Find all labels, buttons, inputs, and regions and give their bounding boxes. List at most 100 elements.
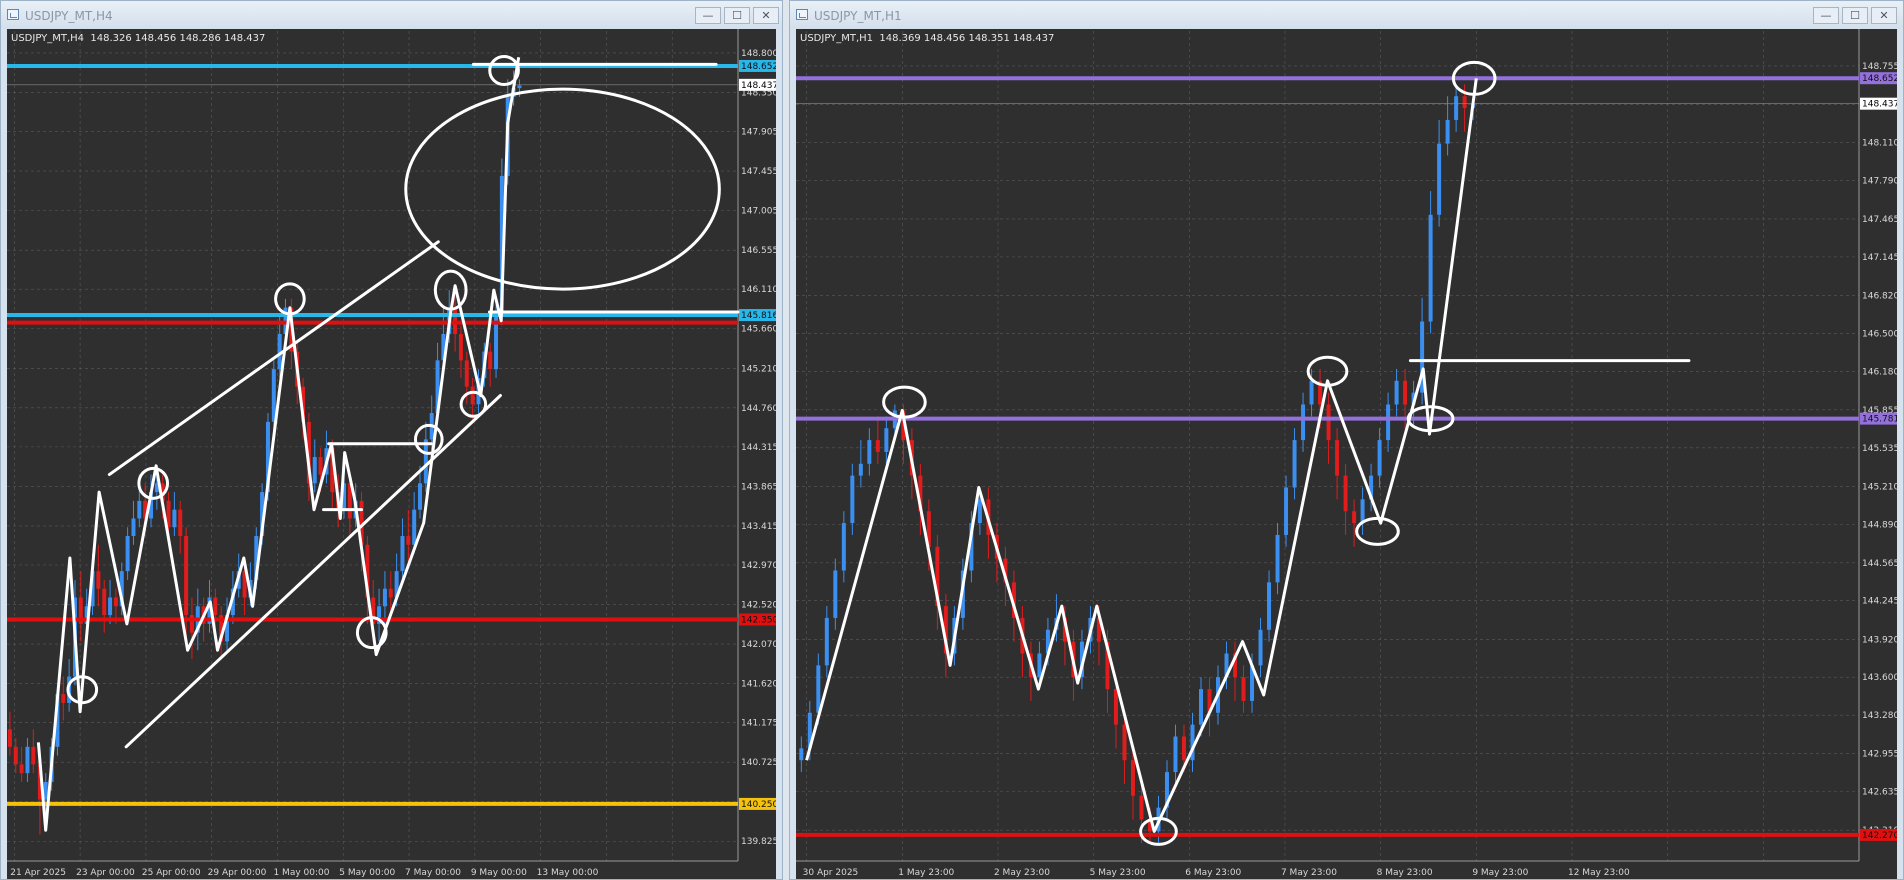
candle-body [1173,736,1178,773]
candle-body [464,360,469,387]
level-price-label: 145.816 [741,311,776,321]
candle-body [178,509,183,537]
candle-body [1403,380,1408,405]
candle-body [19,764,24,774]
candle-body [850,475,855,524]
bid-price-label: 148.437 [741,81,776,91]
candle-body [25,746,30,774]
price-tick-label: 148.800 [741,49,776,59]
close-button[interactable]: ✕ [753,7,779,24]
chart-window-icon [796,9,808,20]
price-tick-label: 144.890 [1862,520,1897,530]
candle-body [875,440,880,452]
candle-body [137,500,142,519]
price-tick-label: 146.820 [1862,291,1897,301]
candle-body [388,588,393,598]
candle-body [1284,487,1289,535]
candle-body [400,536,405,572]
time-tick-label: 1 May 23:00 [898,868,954,878]
candle-body [96,571,101,589]
candle-body [382,588,387,607]
price-tick-label: 143.865 [741,482,776,492]
maximize-button[interactable]: ☐ [724,7,750,24]
price-tick-label: 148.110 [1862,138,1897,148]
candle-body [1352,511,1357,524]
candle-body [1241,677,1246,701]
level-price-label: 148.652 [1862,74,1897,84]
price-tick-label: 146.180 [1862,367,1897,377]
candle-body [1377,440,1382,476]
candle-body [184,536,189,616]
chart-canvas[interactable]: 148.800148.350147.905147.455147.005146.5… [7,29,776,879]
candle-body [841,523,846,571]
close-button[interactable]: ✕ [1871,7,1897,24]
level-price-label: 142.270 [1862,831,1897,841]
price-tick-label: 145.210 [1862,482,1897,492]
candle-body [113,597,118,607]
candle-body [1139,795,1144,820]
candle-body [1309,380,1314,405]
bid-price-label: 148.437 [1862,100,1897,110]
time-tick-label: 5 May 23:00 [1090,868,1146,878]
chart-window-h1[interactable]: USDJPY_MT,H1 — ☐ ✕ 148.755148.430148.110… [789,0,1904,880]
candle-body [125,536,130,572]
candle-body [172,509,177,528]
window-titlebar[interactable]: USDJPY_MT,H1 — ☐ ✕ [790,1,1903,29]
maximize-button[interactable]: ☐ [1842,7,1868,24]
chart-window-h4[interactable]: USDJPY_MT,H4 — ☐ ✕ 148.800 148.350 147.905… [0,0,783,880]
price-tick-label: 146.555 [741,246,776,256]
chart-background [7,29,776,879]
price-tick-label: 142.970 [741,561,776,571]
candle-body [833,570,838,618]
chart-header: USDJPY_MT,H4 148.326 148.456 148.286 148… [11,33,266,44]
price-tick-label: 143.600 [1862,673,1897,683]
price-chart-h1[interactable]: 148.755148.430148.110147.790147.465147.1… [796,29,1897,879]
candle-body [824,617,829,666]
candle-body [858,463,863,476]
candle-body [31,746,36,765]
time-tick-label: 30 Apr 2025 [803,868,859,878]
price-chart-h4[interactable]: 148.800 148.350 147.905 147.455 147.005 146.5… [7,29,776,879]
time-tick-label: 9 May 23:00 [1472,868,1528,878]
price-tick-label: 142.520 [741,601,776,611]
price-tick-label: 143.920 [1862,635,1897,645]
candle-body [1199,689,1204,725]
candle-body [61,694,66,703]
price-tick-label: 147.790 [1862,176,1897,186]
price-tick-label: 147.465 [1862,215,1897,225]
chart-canvas[interactable]: 148.755148.430148.110147.790147.465147.1… [796,29,1897,879]
candle-body [423,439,428,484]
time-tick-label: 13 May 00:00 [537,868,599,878]
minimize-button[interactable]: — [695,7,721,24]
price-tick-label: 142.070 [741,640,776,650]
price-tick-label: 141.175 [741,719,776,729]
price-tick-label: 145.660 [741,325,776,335]
time-tick-label: 12 May 23:00 [1568,868,1630,878]
candle-body [1335,440,1340,476]
window-titlebar[interactable]: USDJPY_MT,H4 — ☐ ✕ [1,1,782,29]
candle-body [488,351,493,370]
candle-body [867,440,872,464]
candle-body [1122,724,1127,761]
time-tick-label: 8 May 23:00 [1377,868,1433,878]
candle-body [1343,475,1348,512]
price-tick-label: 144.315 [741,443,776,453]
price-tick-label: 139.825 [741,837,776,847]
candle-body [1181,736,1186,761]
time-tick-label: 5 May 00:00 [339,868,395,878]
candle-body [312,456,317,484]
candle-body [318,456,323,475]
price-tick-label: 144.245 [1862,597,1897,607]
price-tick-label: 147.455 [741,167,776,177]
time-tick-label: 23 Apr 00:00 [76,868,135,878]
candle-body [1275,534,1280,583]
candle-body [1301,404,1306,441]
minimize-button[interactable]: — [1813,7,1839,24]
price-tick-label: 147.005 [741,207,776,217]
price-tick-label: 142.635 [1862,788,1897,798]
candle-body [1462,96,1467,109]
price-tick-label: 146.110 [741,285,776,295]
chart-header: USDJPY_MT,H1 148.369 148.456 148.351 148… [800,33,1055,44]
candle-body [406,536,411,545]
time-tick-label: 2 May 23:00 [994,868,1050,878]
